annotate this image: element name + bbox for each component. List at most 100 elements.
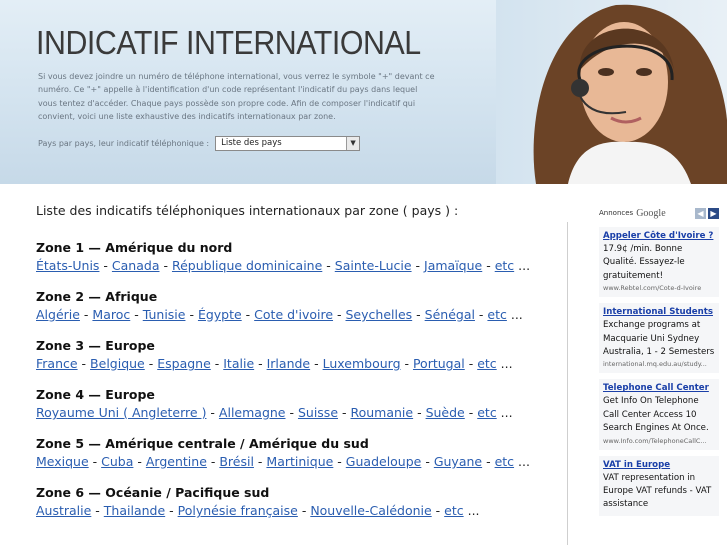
separator: - [482, 454, 495, 469]
country-link[interactable]: Cuba [101, 454, 133, 469]
zone-block: Zone 6 — Océanie / Pacifique sud Australi… [36, 485, 566, 518]
ad-title-link[interactable]: Telephone Call Center [603, 382, 715, 395]
country-link[interactable]: Australie [36, 503, 91, 518]
ad-url[interactable]: www.Info.com/TelephoneCallC... [603, 436, 715, 446]
separator: - [130, 307, 143, 322]
country-link[interactable]: Roumanie [350, 405, 413, 420]
ads-sidebar: Annonces Google ◀ ▶ Appeler Côte d'Ivoir… [599, 205, 719, 516]
country-link[interactable]: Guyane [434, 454, 482, 469]
country-link[interactable]: États-Unis [36, 258, 99, 273]
country-link[interactable]: Allemagne [219, 405, 286, 420]
ad-item[interactable]: VAT in Europe VAT representation in Europ… [599, 455, 719, 516]
separator: - [431, 503, 445, 518]
country-link[interactable]: Maroc [92, 307, 130, 322]
country-link[interactable]: Nouvelle-Calédonie [310, 503, 431, 518]
separator: - [464, 356, 478, 371]
country-link[interactable]: Jamaïque [424, 258, 482, 273]
intro-text: Si vous devez joindre un numéro de télép… [38, 72, 435, 122]
country-link[interactable]: Martinique [266, 454, 333, 469]
country-link[interactable]: Suède [426, 405, 465, 420]
country-select[interactable]: Liste des pays ▼ [215, 136, 361, 151]
chevron-down-icon[interactable]: ▼ [346, 137, 360, 150]
separator: - [254, 356, 267, 371]
ellipsis: ... [506, 307, 523, 322]
separator: - [322, 258, 335, 273]
country-link[interactable]: Italie [223, 356, 254, 371]
country-link[interactable]: Mexique [36, 454, 89, 469]
separator: - [206, 405, 219, 420]
country-link[interactable]: Cote d'ivoire [254, 307, 333, 322]
separator: - [99, 258, 112, 273]
country-link[interactable]: Argentine [146, 454, 207, 469]
separator: - [333, 307, 346, 322]
zone-block: Zone 2 — Afrique Algérie - Maroc - Tunisi… [36, 289, 566, 322]
country-link[interactable]: Espagne [157, 356, 211, 371]
country-link[interactable]: Royaume Uni ( Angleterre ) [36, 405, 206, 420]
country-link[interactable]: Tunisie [143, 307, 186, 322]
country-link[interactable]: Sénégal [425, 307, 475, 322]
ellipsis: ... [514, 258, 531, 273]
country-link[interactable]: Luxembourg [323, 356, 401, 371]
separator: - [79, 307, 93, 322]
zone-block: Zone 3 — Europe France - Belgique - Espag… [36, 338, 566, 371]
chevron-right-icon[interactable]: ▶ [708, 208, 719, 219]
country-link[interactable]: Belgique [90, 356, 145, 371]
country-link[interactable]: etc [444, 503, 463, 518]
country-link[interactable]: Suisse [298, 405, 338, 420]
country-link[interactable]: etc [477, 405, 496, 420]
country-link[interactable]: etc [477, 356, 496, 371]
zone-links: États-Unis - Canada - République dominic… [36, 258, 566, 273]
country-link[interactable]: Portugal [413, 356, 465, 371]
zone-links: France - Belgique - Espagne - Italie - I… [36, 356, 566, 371]
ad-title-link[interactable]: VAT in Europe [603, 459, 715, 472]
country-link[interactable]: République dominicaine [172, 258, 322, 273]
country-selector-row: Pays par pays, leur indicatif téléphoniq… [38, 136, 361, 151]
page-heading: Liste des indicatifs téléphoniques inter… [36, 203, 459, 218]
separator: - [88, 454, 102, 469]
chevron-left-icon[interactable]: ◀ [695, 208, 706, 219]
column-divider [567, 222, 568, 545]
zone-title: Zone 3 — Europe [36, 338, 155, 353]
zones-list: Zone 1 — Amérique du nord États-Unis - Ca… [36, 240, 566, 518]
header-banner: INDICATIF INTERNATIONAL Si vous devez jo… [0, 0, 727, 184]
ad-title-link[interactable]: International Students [603, 306, 715, 319]
country-link[interactable]: Irlande [267, 356, 311, 371]
google-logo: Google [636, 207, 666, 219]
ellipsis: ... [463, 503, 480, 518]
country-link[interactable]: Brésil [219, 454, 254, 469]
ad-text: 17.9¢ /min. Bonne Qualité. Essayez-le gr… [603, 244, 685, 281]
ad-item[interactable]: International Students Exchange programs … [599, 303, 719, 374]
ad-url[interactable]: www.Rebtel.com/Cote-d-Ivoire [603, 283, 715, 293]
zone-title: Zone 1 — Amérique du nord [36, 240, 233, 255]
zone-title: Zone 2 — Afrique [36, 289, 158, 304]
country-link[interactable]: Égypte [198, 307, 242, 322]
country-link[interactable]: Seychelles [346, 307, 413, 322]
separator: - [133, 454, 146, 469]
ad-url[interactable]: international.mq.edu.au/study... [603, 359, 715, 369]
separator: - [412, 307, 425, 322]
separator: - [285, 405, 298, 420]
ad-title-link[interactable]: Appeler Côte d'Ivoire ? [603, 230, 715, 243]
ellipsis: ... [496, 405, 513, 420]
country-link[interactable]: etc [495, 454, 514, 469]
separator: - [144, 356, 158, 371]
country-link[interactable]: Thailande [104, 503, 165, 518]
country-link[interactable]: etc [487, 307, 506, 322]
separator: - [338, 405, 351, 420]
separator: - [91, 503, 104, 518]
country-link[interactable]: France [36, 356, 78, 371]
zone-links: Australie - Thailande - Polynésie frança… [36, 503, 566, 518]
country-link[interactable]: Canada [112, 258, 160, 273]
separator: - [474, 307, 488, 322]
ad-item[interactable]: Appeler Côte d'Ivoire ? 17.9¢ /min. Bonne… [599, 227, 719, 298]
zone-block: Zone 5 — Amérique centrale / Amérique du… [36, 436, 566, 469]
country-link[interactable]: Polynésie française [178, 503, 298, 518]
ad-item[interactable]: Telephone Call Center Get Info On Telepho… [599, 379, 719, 450]
country-link[interactable]: Algérie [36, 307, 80, 322]
country-link[interactable]: etc [495, 258, 514, 273]
operator-photo [496, 0, 727, 184]
separator: - [333, 454, 346, 469]
country-link[interactable]: Guadeloupe [346, 454, 422, 469]
country-link[interactable]: Sainte-Lucie [335, 258, 412, 273]
ads-label: Annonces [599, 209, 634, 217]
